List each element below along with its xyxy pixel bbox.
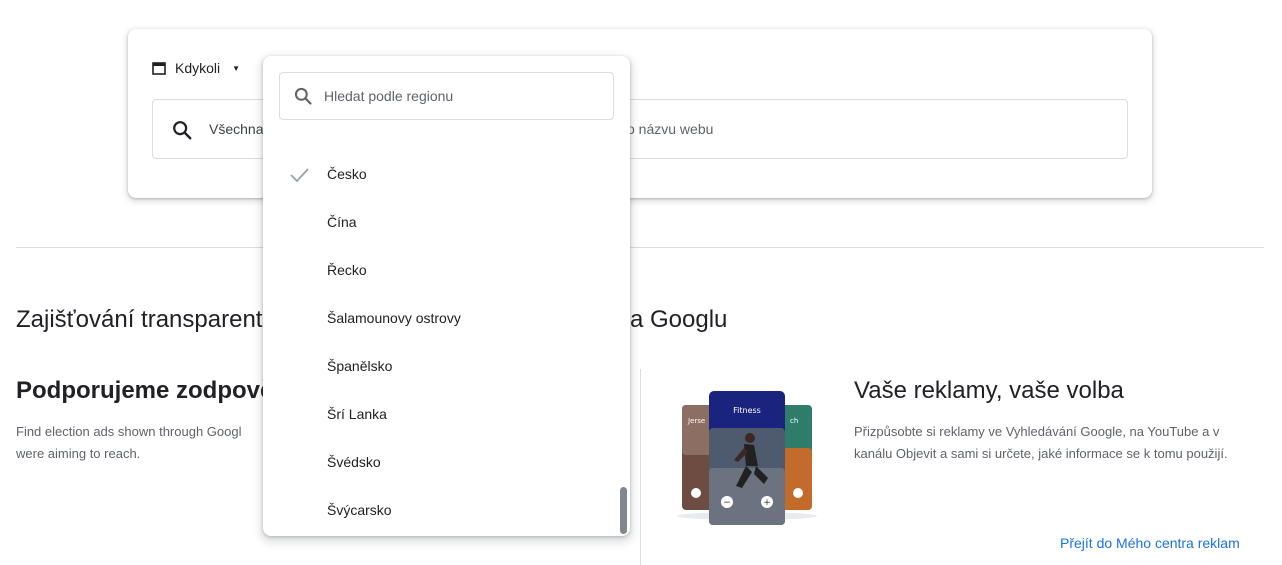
region-option-recko[interactable]: Řecko — [263, 247, 618, 295]
region-option-label: Řecko — [327, 262, 367, 278]
your-ads-text: Přizpůsobte si reklamy ve Vyhledávání Go… — [854, 424, 1228, 461]
region-option-sri-lanka[interactable]: Šrí Lanka — [263, 391, 618, 439]
region-option-label: Čína — [327, 214, 357, 230]
search-scope-label: Všechna — [209, 121, 264, 137]
region-option-label: Česko — [327, 166, 367, 182]
region-option-label: Šalamounovy ostrovy — [327, 310, 461, 326]
search-placeholder-text: o názvu webu — [627, 121, 714, 137]
svg-text:−: − — [723, 498, 731, 508]
column-divider — [640, 369, 641, 565]
my-ad-center-link[interactable]: Přejít do Mého centra reklam — [1060, 535, 1240, 551]
region-option-salamounovy-ostrovy[interactable]: Šalamounovy ostrovy — [263, 295, 618, 343]
region-search-field[interactable] — [279, 72, 614, 120]
section-title: Zajišťování transparent — [16, 306, 263, 333]
region-option-svycarsko[interactable]: Švýcarsko — [263, 487, 618, 535]
section-divider — [16, 247, 1264, 248]
date-filter-button[interactable]: Kdykoli ▼ — [152, 58, 240, 78]
region-option-svedsko[interactable]: Švédsko — [263, 439, 618, 487]
date-filter-label: Kdykoli — [175, 60, 221, 76]
region-option-spanelsko[interactable]: Španělsko — [263, 343, 618, 391]
svg-text:+: + — [763, 498, 771, 508]
region-dropdown: Česko Čína Řecko Šalamounovy ostrovy Špa… — [263, 56, 630, 536]
region-option-label: Švédsko — [327, 454, 381, 470]
election-ads-heading: Podporujeme zodpově — [16, 377, 274, 404]
region-option-label: Švýcarsko — [327, 502, 392, 518]
dropdown-scrollbar[interactable] — [620, 487, 627, 534]
region-option-label: Šrí Lanka — [327, 406, 387, 422]
region-option-cina[interactable]: Čína — [263, 199, 618, 247]
your-ads-heading: Vaše reklamy, vaše volba — [854, 377, 1124, 404]
fitness-ads-illustration: Jerse ch Fitness − + — [677, 391, 817, 525]
region-option-cesko[interactable]: Česko — [263, 151, 618, 199]
region-search-input[interactable] — [322, 83, 602, 109]
section-title-continued: a Googlu — [630, 306, 728, 333]
caret-down-icon: ▼ — [232, 63, 241, 73]
fitness-card-text: Fitness — [733, 406, 761, 415]
side-card-left-text: Jerse — [687, 417, 705, 425]
election-ads-text: Find election ads shown through Googl we… — [16, 421, 266, 465]
region-option-label: Španělsko — [327, 358, 393, 374]
election-ads-text-line: Find election ads shown through Googl — [16, 424, 242, 439]
side-card-right-text: ch — [790, 417, 798, 425]
calendar-icon — [152, 62, 166, 75]
checkmark-icon — [290, 168, 309, 183]
search-icon — [294, 87, 312, 105]
region-list: Česko Čína Řecko Šalamounovy ostrovy Špa… — [263, 151, 618, 535]
election-ads-text-line: were aiming to reach. — [16, 446, 141, 461]
search-icon — [173, 121, 192, 140]
